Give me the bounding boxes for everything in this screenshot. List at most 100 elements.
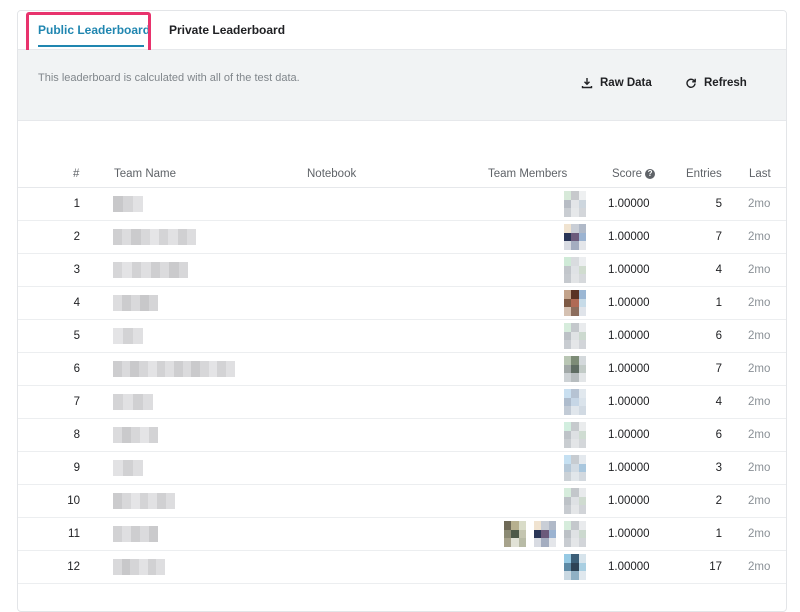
avatar[interactable]: [564, 224, 586, 250]
last-submission-cell: 2mo: [748, 231, 771, 243]
tab-private-leaderboard[interactable]: Private Leaderboard: [169, 23, 285, 37]
team-name-redacted[interactable]: [113, 394, 153, 410]
rank-cell: 5: [73, 330, 80, 342]
team-members: [478, 389, 586, 415]
avatar[interactable]: [564, 521, 586, 547]
table-body: 1 1.00000 5 2mo 2 1.00000 7 2mo 3 1.00000 4 2mo 4 1.0…: [18, 188, 786, 584]
avatar[interactable]: [564, 389, 586, 415]
avatar[interactable]: [534, 521, 556, 547]
team-members: [478, 191, 586, 217]
rank-cell: 1: [73, 198, 80, 210]
rank-cell: 7: [73, 396, 80, 408]
score-cell: 1.00000: [608, 231, 650, 243]
team-name-redacted[interactable]: [113, 526, 158, 542]
team-members: [478, 356, 586, 382]
table-row[interactable]: 2 1.00000 7 2mo: [18, 221, 786, 254]
table-row[interactable]: 11 1.00000 1 2mo: [18, 518, 786, 551]
tab-bar: Public Leaderboard Private Leaderboard: [18, 11, 786, 56]
team-name-redacted[interactable]: [113, 229, 196, 245]
entries-cell: 1: [715, 528, 722, 540]
table-row[interactable]: 6 1.00000 7 2mo: [18, 353, 786, 386]
team-name-redacted[interactable]: [113, 295, 158, 311]
score-cell: 1.00000: [608, 561, 650, 573]
header-last[interactable]: Last: [749, 168, 771, 180]
header-notebook: Notebook: [307, 168, 357, 180]
last-submission-cell: 2mo: [748, 363, 771, 375]
avatar[interactable]: [564, 257, 586, 283]
score-cell: 1.00000: [608, 297, 650, 309]
team-members: [478, 554, 586, 580]
rank-cell: 4: [73, 297, 80, 309]
last-submission-cell: 2mo: [748, 198, 771, 210]
score-cell: 1.00000: [608, 429, 650, 441]
team-name-redacted[interactable]: [113, 196, 143, 212]
team-name-redacted[interactable]: [113, 262, 188, 278]
last-submission-cell: 2mo: [748, 264, 771, 276]
avatar[interactable]: [564, 488, 586, 514]
rank-cell: 12: [67, 561, 80, 573]
entries-cell: 1: [715, 297, 722, 309]
team-name-redacted[interactable]: [113, 460, 143, 476]
avatar[interactable]: [564, 422, 586, 448]
table-row[interactable]: 7 1.00000 4 2mo: [18, 386, 786, 419]
team-members: [478, 257, 586, 283]
table-row[interactable]: 4 1.00000 1 2mo: [18, 287, 786, 320]
last-submission-cell: 2mo: [748, 561, 771, 573]
entries-cell: 4: [715, 396, 722, 408]
download-icon: [581, 78, 593, 89]
table-row[interactable]: 8 1.00000 6 2mo: [18, 419, 786, 452]
entries-cell: 4: [715, 264, 722, 276]
avatar[interactable]: [564, 554, 586, 580]
team-members: [478, 521, 586, 547]
last-submission-cell: 2mo: [748, 330, 771, 342]
table-header: # Team Name Notebook Team Members Score?…: [18, 163, 786, 188]
avatar[interactable]: [564, 323, 586, 349]
team-name-redacted[interactable]: [113, 328, 143, 344]
table-row[interactable]: 9 1.00000 3 2mo: [18, 452, 786, 485]
entries-cell: 7: [715, 231, 722, 243]
score-cell: 1.00000: [608, 528, 650, 540]
info-bar: This leaderboard is calculated with all …: [18, 50, 786, 121]
raw-data-label: Raw Data: [600, 77, 652, 89]
team-members: [478, 323, 586, 349]
table-row[interactable]: 10 1.00000 2 2mo: [18, 485, 786, 518]
avatar[interactable]: [564, 191, 586, 217]
team-members: [478, 422, 586, 448]
header-team-members: Team Members: [488, 168, 568, 180]
team-name-redacted[interactable]: [113, 427, 158, 443]
avatar[interactable]: [564, 455, 586, 481]
header-score-label: Score: [612, 168, 643, 180]
score-cell: 1.00000: [608, 198, 650, 210]
header-entries[interactable]: Entries: [686, 168, 722, 180]
refresh-button[interactable]: Refresh: [685, 77, 747, 89]
rank-cell: 3: [73, 264, 80, 276]
header-score[interactable]: Score?: [612, 168, 656, 180]
header-team-name[interactable]: Team Name: [114, 168, 176, 180]
team-name-redacted[interactable]: [113, 559, 165, 575]
table-row[interactable]: 1 1.00000 5 2mo: [18, 188, 786, 221]
rank-cell: 8: [73, 429, 80, 441]
avatar[interactable]: [564, 356, 586, 382]
entries-cell: 2: [715, 495, 722, 507]
avatar[interactable]: [504, 521, 526, 547]
table-row[interactable]: 12 1.00000 17 2mo: [18, 551, 786, 584]
raw-data-button[interactable]: Raw Data: [581, 77, 652, 89]
last-submission-cell: 2mo: [748, 396, 771, 408]
table-row[interactable]: 5 1.00000 6 2mo: [18, 320, 786, 353]
refresh-label: Refresh: [704, 77, 747, 89]
rank-cell: 10: [67, 495, 80, 507]
team-name-redacted[interactable]: [113, 493, 175, 509]
team-members: [478, 224, 586, 250]
team-members: [478, 290, 586, 316]
rank-cell: 2: [73, 231, 80, 243]
entries-cell: 17: [709, 561, 722, 573]
help-icon[interactable]: ?: [645, 168, 656, 179]
last-submission-cell: 2mo: [748, 297, 771, 309]
entries-cell: 6: [715, 429, 722, 441]
team-name-redacted[interactable]: [113, 361, 235, 377]
avatar[interactable]: [564, 290, 586, 316]
table-row[interactable]: 3 1.00000 4 2mo: [18, 254, 786, 287]
last-submission-cell: 2mo: [748, 462, 771, 474]
rank-cell: 9: [73, 462, 80, 474]
score-cell: 1.00000: [608, 495, 650, 507]
